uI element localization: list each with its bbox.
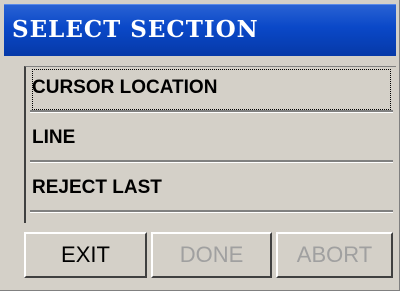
- list-item-line[interactable]: LINE: [30, 117, 393, 162]
- exit-button[interactable]: EXIT: [24, 232, 147, 278]
- list-item-reject-last[interactable]: REJECT LAST: [30, 167, 393, 212]
- done-button[interactable]: DONE: [151, 232, 272, 278]
- title-bar: SELECT SECTION: [4, 4, 396, 56]
- section-list: CURSOR LOCATION LINE REJECT LAST: [24, 66, 396, 223]
- window-title: SELECT SECTION: [12, 16, 259, 43]
- list-item-cursor-location[interactable]: CURSOR LOCATION: [30, 67, 393, 112]
- abort-button[interactable]: ABORT: [276, 232, 393, 278]
- select-section-dialog: SELECT SECTION CURSOR LOCATION LINE REJE…: [0, 0, 400, 291]
